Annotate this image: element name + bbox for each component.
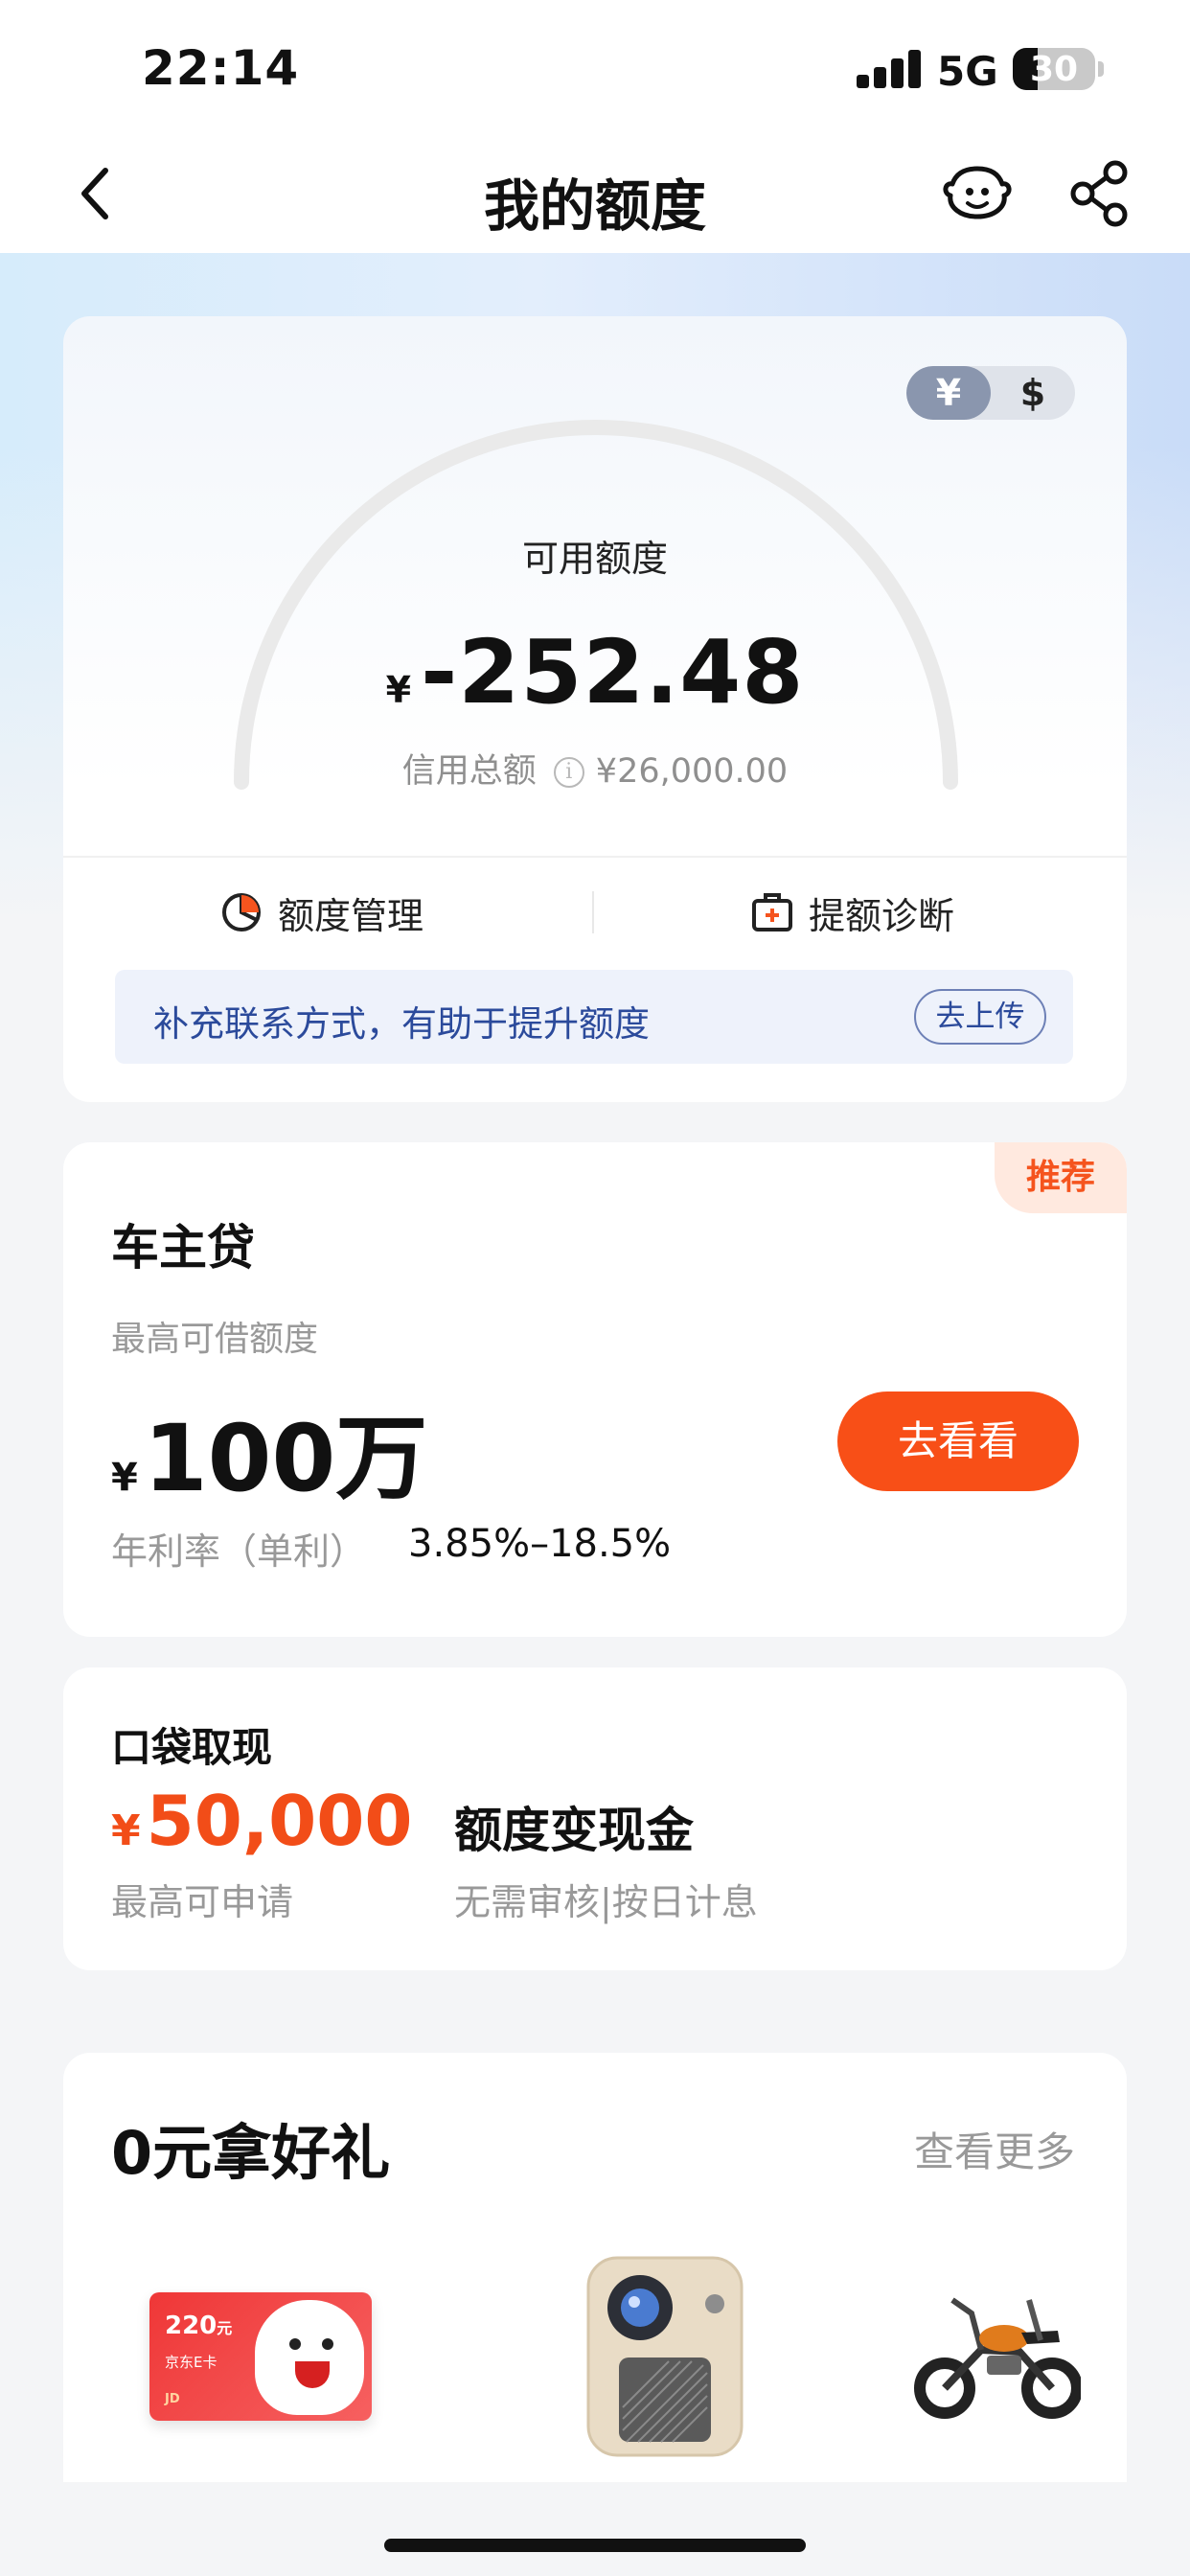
car-loan-title: 车主贷 bbox=[111, 1220, 255, 1276]
share-icon bbox=[1070, 160, 1128, 227]
limit-to-cash-sub: 无需审核|按日计息 bbox=[454, 1881, 758, 1923]
currency-symbol: ¥ bbox=[111, 1456, 138, 1500]
free-gifts-title: 0元拿好礼 bbox=[111, 2118, 391, 2188]
status-time: 22:14 bbox=[142, 40, 300, 96]
network-type: 5G bbox=[937, 48, 998, 95]
battery-level: 30 bbox=[1029, 50, 1079, 89]
info-icon[interactable]: i bbox=[553, 757, 584, 788]
free-gifts-card: 0元拿好礼 查看更多 220元 京东E卡 JD bbox=[63, 2053, 1127, 2482]
motorbike-image bbox=[914, 2297, 1083, 2419]
jd-ecard-image: 220元 京东E卡 JD bbox=[149, 2292, 372, 2421]
car-loan-amount: ¥100万 bbox=[111, 1384, 427, 1517]
customer-service-icon bbox=[943, 166, 1012, 219]
currency-symbol: ¥ bbox=[111, 1806, 141, 1855]
currency-option-usd[interactable]: $ bbox=[991, 366, 1075, 420]
projector-image bbox=[586, 2256, 744, 2457]
gift-item-kids-motorbike[interactable] bbox=[914, 2244, 1083, 2474]
ecard-value-unit: 元 bbox=[217, 2319, 233, 2337]
battery-icon: 30 bbox=[1013, 48, 1095, 90]
view-button[interactable]: 去看看 bbox=[837, 1392, 1079, 1491]
limit-diagnosis-label: 提额诊断 bbox=[809, 894, 955, 937]
pocket-cash-sub: 最高可申请 bbox=[111, 1881, 294, 1923]
available-limit-label: 可用额度 bbox=[521, 538, 668, 580]
ecard-value-number: 220 bbox=[165, 2312, 217, 2340]
available-limit-amount: ¥ -252.48 bbox=[63, 621, 1127, 724]
total-credit-line: 信用总额 i ¥26,000.00 bbox=[63, 744, 1127, 793]
pocket-cash-amount-value: 50,000 bbox=[146, 1781, 413, 1861]
battery-tip bbox=[1098, 61, 1104, 77]
divider bbox=[63, 856, 1127, 858]
nav-bar: 我的额度 bbox=[0, 134, 1190, 253]
divider bbox=[592, 891, 594, 933]
pocket-cash-card[interactable]: 口袋取现 ¥50,000 最高可申请 额度变现金 无需审核|按日计息 bbox=[63, 1668, 1127, 1970]
ecard-brand: JD bbox=[165, 2392, 180, 2406]
customer-service-button[interactable] bbox=[939, 159, 1016, 228]
total-credit-label: 信用总额 bbox=[401, 752, 537, 791]
credit-limit-card: ¥ $ 可用额度 ¥ -252.48 信用总额 i ¥26,000.00 额度管理 提… bbox=[63, 316, 1127, 1102]
medical-kit-icon bbox=[752, 893, 792, 932]
share-button[interactable] bbox=[1065, 159, 1134, 228]
car-loan-amount-value: 100万 bbox=[143, 1405, 428, 1512]
currency-toggle[interactable]: ¥ $ bbox=[906, 366, 1075, 420]
gauge-track bbox=[234, 420, 958, 790]
pie-chart-icon bbox=[222, 893, 261, 932]
view-more-link[interactable]: 查看更多 bbox=[914, 2120, 1075, 2178]
limit-management-button[interactable]: 额度管理 bbox=[220, 882, 423, 943]
gift-item-projector[interactable] bbox=[581, 2244, 749, 2474]
ecard-name: 京东E卡 bbox=[165, 2354, 217, 2371]
signal-icon bbox=[857, 50, 924, 88]
ecard-value: 220元 bbox=[165, 2312, 232, 2340]
currency-symbol: ¥ bbox=[385, 669, 412, 711]
limit-diagnosis-button[interactable]: 提额诊断 bbox=[751, 882, 954, 943]
car-loan-subtitle: 最高可借额度 bbox=[111, 1320, 319, 1359]
pocket-cash-title: 口袋取现 bbox=[111, 1724, 273, 1771]
contact-tip-banner: 补充联系方式，有助于提升额度 去上传 bbox=[115, 970, 1073, 1064]
contact-tip-text: 补充联系方式，有助于提升额度 bbox=[153, 1003, 650, 1045]
gift-item-jd-ecard[interactable]: 220元 京东E卡 JD bbox=[149, 2244, 372, 2474]
car-loan-card[interactable]: 推荐 车主贷 最高可借额度 ¥100万 年利率（单利） 3.85%–18.5% … bbox=[63, 1142, 1127, 1637]
rate-label: 年利率（单利） bbox=[111, 1530, 367, 1573]
jd-dog-mascot bbox=[255, 2300, 364, 2415]
rate-value: 3.85%–18.5% bbox=[408, 1522, 672, 1566]
status-bar: 22:14 5G 30 bbox=[0, 0, 1190, 134]
currency-option-cny[interactable]: ¥ bbox=[906, 366, 991, 420]
limit-to-cash-title: 额度变现金 bbox=[454, 1803, 694, 1858]
available-amount-value: -252.48 bbox=[421, 621, 805, 724]
pocket-cash-amount: ¥50,000 bbox=[111, 1781, 412, 1861]
limit-management-label: 额度管理 bbox=[278, 894, 424, 937]
home-indicator[interactable] bbox=[384, 2539, 806, 2552]
total-credit-amount: ¥26,000.00 bbox=[595, 752, 789, 791]
recommend-badge: 推荐 bbox=[995, 1142, 1127, 1213]
upload-button[interactable]: 去上传 bbox=[914, 989, 1046, 1045]
